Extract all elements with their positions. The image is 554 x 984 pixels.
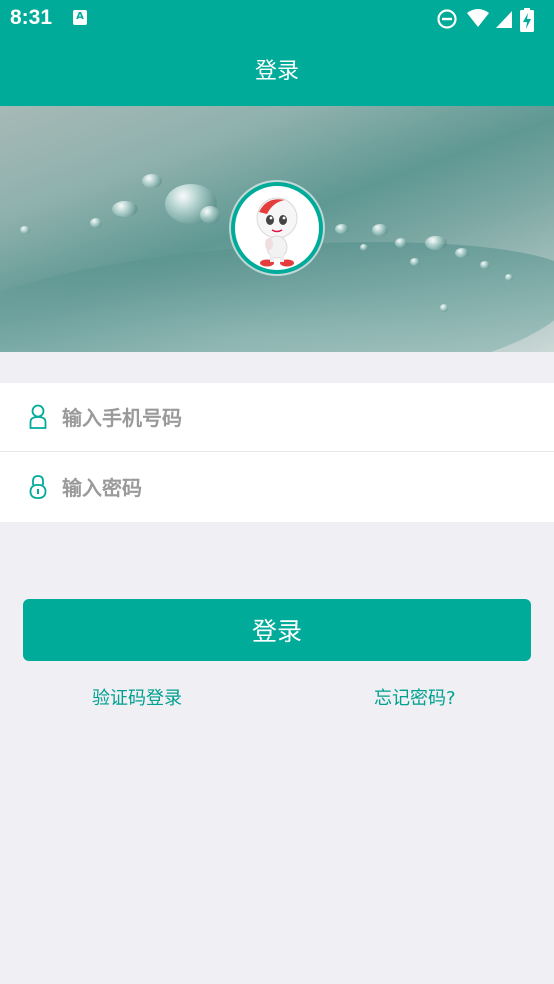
login-button[interactable]: 登录: [23, 599, 531, 661]
signal-icon: [496, 11, 512, 28]
water-drop: [425, 236, 447, 250]
lock-icon: [29, 475, 47, 499]
battery-charging-icon: [520, 8, 534, 32]
water-drop: [505, 274, 513, 281]
title-bar: 登录: [0, 38, 554, 106]
water-drop: [410, 258, 420, 266]
status-icons: [436, 8, 546, 32]
status-time: 8:31: [10, 6, 53, 29]
page-title: 登录: [254, 59, 299, 84]
water-drop: [455, 248, 469, 258]
water-drop: [335, 224, 349, 234]
water-drop: [372, 224, 388, 236]
sms-code-login-link[interactable]: 验证码登录: [92, 684, 182, 710]
header-banner-image: [0, 106, 554, 352]
water-drop: [200, 206, 220, 224]
avatar[interactable]: [231, 182, 323, 274]
water-drop: [112, 201, 138, 217]
password-input[interactable]: [62, 470, 522, 506]
water-drop: [480, 261, 490, 269]
water-drop: [360, 244, 368, 251]
status-bar: 8:31 A: [0, 0, 554, 38]
water-drop: [20, 226, 30, 234]
user-icon: [29, 404, 47, 429]
water-drop: [440, 304, 448, 312]
phone-row: [0, 383, 554, 452]
login-form: [0, 383, 554, 522]
wifi-icon: [467, 9, 489, 27]
text-a-icon: A: [73, 10, 87, 25]
water-drop: [90, 218, 102, 228]
forgot-password-link[interactable]: 忘记密码?: [374, 684, 456, 710]
password-row: [0, 453, 554, 522]
water-drop: [142, 174, 162, 188]
water-drop: [395, 238, 407, 248]
do-not-disturb-icon: [437, 9, 457, 29]
robot-mascot-icon: [256, 197, 298, 267]
phone-input[interactable]: [62, 400, 522, 436]
